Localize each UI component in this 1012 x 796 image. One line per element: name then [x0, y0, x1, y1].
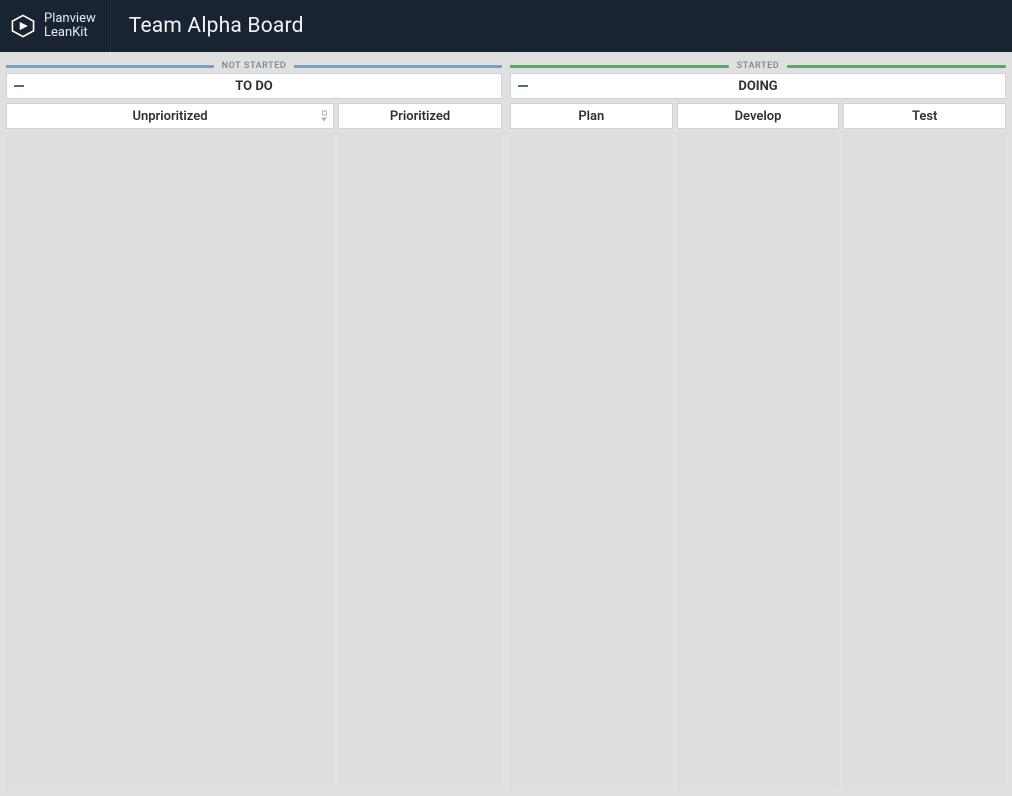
lane-group-started: STARTED DOING Plan Develop Test: [510, 58, 1006, 796]
lanes-body-doing: [510, 131, 1006, 796]
sort-icon[interactable]: [321, 111, 327, 122]
lane-column-test[interactable]: [843, 131, 1006, 790]
column-label-test: Test: [912, 109, 937, 124]
planview-logo-icon: [10, 13, 36, 39]
stage-header-doing[interactable]: DOING: [510, 73, 1006, 99]
phase-line-right: [294, 65, 502, 68]
stage-label-doing: DOING: [738, 79, 777, 94]
columns-header-doing: Plan Develop Test: [510, 103, 1006, 129]
column-header-plan[interactable]: Plan: [510, 103, 673, 129]
phase-strip-not-started: NOT STARTED: [6, 58, 502, 74]
phase-line-left: [6, 65, 214, 68]
brand-block[interactable]: Planview LeanKit: [0, 0, 111, 52]
brand-text: Planview LeanKit: [44, 12, 96, 39]
phase-label-not-started: NOT STARTED: [214, 61, 295, 71]
lane-column-prioritized[interactable]: [338, 131, 502, 790]
collapse-button-todo[interactable]: [11, 80, 27, 92]
column-label-prioritized: Prioritized: [390, 109, 450, 124]
phase-strip-started: STARTED: [510, 58, 1006, 74]
stage-label-todo: TO DO: [235, 79, 272, 94]
app-header: Planview LeanKit Team Alpha Board: [0, 0, 1012, 52]
column-header-test[interactable]: Test: [843, 103, 1006, 129]
lane-column-unprioritized[interactable]: [6, 131, 334, 790]
board-area: NOT STARTED TO DO Unprioritized Prioriti…: [0, 52, 1012, 796]
column-header-develop[interactable]: Develop: [677, 103, 840, 129]
lane-column-develop[interactable]: [677, 131, 840, 790]
lanes-body-todo: [6, 131, 502, 796]
brand-line2: LeanKit: [44, 26, 96, 40]
column-header-unprioritized[interactable]: Unprioritized: [6, 103, 334, 129]
phase-label-started: STARTED: [729, 61, 788, 71]
columns-header-todo: Unprioritized Prioritized: [6, 103, 502, 129]
stage-header-todo[interactable]: TO DO: [6, 73, 502, 99]
lane-group-not-started: NOT STARTED TO DO Unprioritized Prioriti…: [6, 58, 502, 796]
lane-column-plan[interactable]: [510, 131, 673, 790]
phase-line-right2: [787, 65, 1006, 68]
board-title: Team Alpha Board: [111, 14, 304, 38]
collapse-button-doing[interactable]: [515, 80, 531, 92]
column-label-develop: Develop: [735, 109, 782, 124]
brand-line1: Planview: [44, 12, 96, 26]
column-label-plan: Plan: [578, 109, 604, 124]
phase-line-left2: [510, 65, 729, 68]
column-header-prioritized[interactable]: Prioritized: [338, 103, 502, 129]
column-label-unprioritized: Unprioritized: [132, 109, 207, 124]
